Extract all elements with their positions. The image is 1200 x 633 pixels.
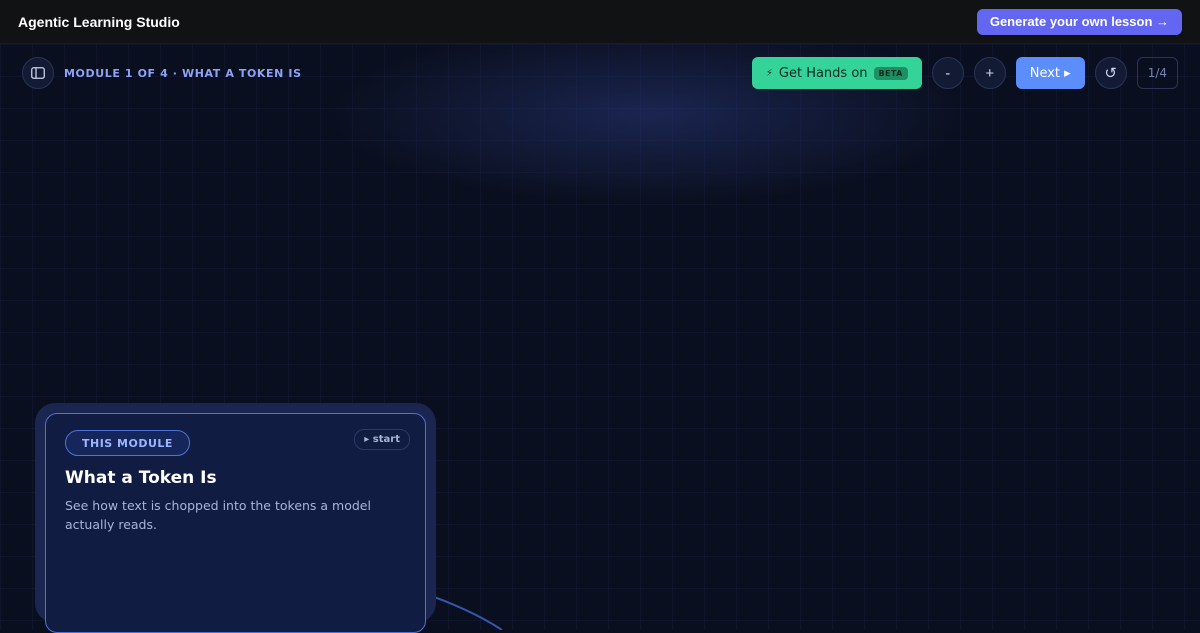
get-hands-on-label: Get Hands on [778,65,868,81]
lightning-icon: ⚡ [765,67,773,79]
module-description: See how text is chopped into the tokens … [65,498,371,532]
module-title: What a Token Is [65,468,217,488]
next-button[interactable]: Next ▸ [1015,57,1085,89]
generate-lesson-button[interactable]: Generate your own lesson → [976,8,1182,35]
sidebar-toggle-icon [31,67,45,79]
sidebar-toggle-button[interactable] [22,57,54,89]
get-hands-on-button[interactable]: ⚡ Get Hands on BETA [751,57,922,89]
lesson-toolbar: MODULE 1 OF 4 · WHAT A TOKEN IS ⚡ Get Ha… [22,57,1178,89]
top-bar: Agentic Learning Studio Generate your ow… [0,0,1200,44]
reset-icon: ↺ [1104,65,1117,82]
reset-button[interactable]: ↺ [1094,57,1127,89]
zoom-out-button[interactable]: - [931,57,964,89]
this-module-badge: THIS MODULE [65,430,190,456]
module-card[interactable]: THIS MODULE ▸ start What a Token Is See … [45,413,426,633]
page-indicator: 1/4 [1136,57,1178,89]
app-title: Agentic Learning Studio [18,13,180,30]
node-connector-line [420,591,503,630]
zoom-in-button[interactable]: + [973,57,1006,89]
breadcrumb: MODULE 1 OF 4 · WHAT A TOKEN IS [64,66,302,80]
beta-badge: BETA [873,66,908,80]
start-chip[interactable]: ▸ start [354,429,410,450]
